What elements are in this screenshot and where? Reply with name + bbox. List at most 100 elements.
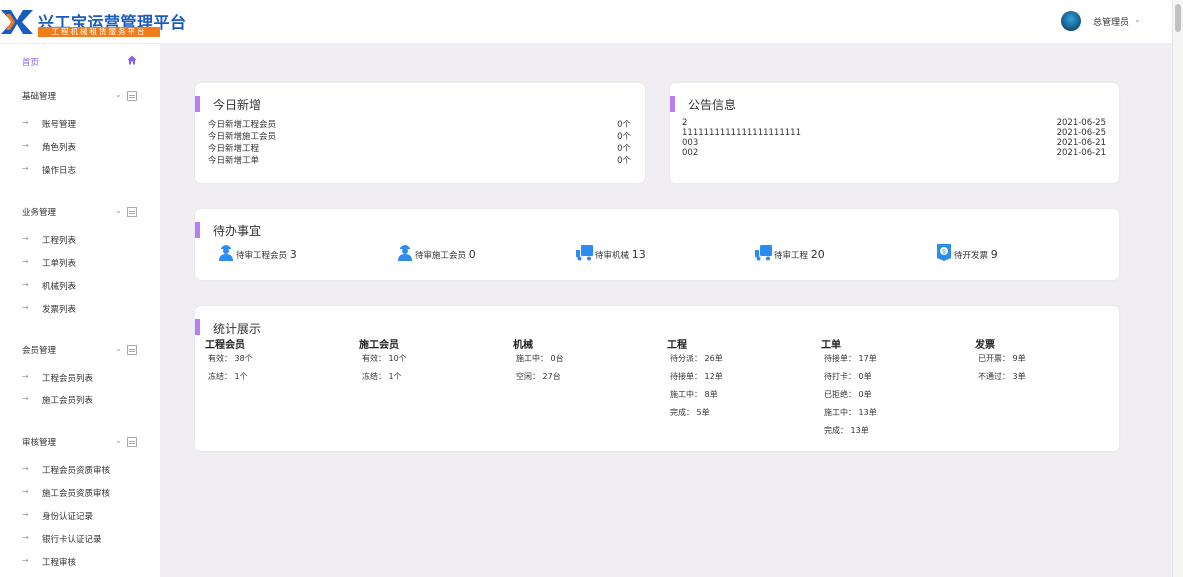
stats-line: 冻结： 1个 <box>208 372 248 381</box>
arrow-right-icon: → <box>22 280 29 289</box>
chevron-down-icon[interactable]: ⌄ <box>115 90 122 99</box>
brand-subtitle: 工程机械租赁服务平台 <box>38 27 160 37</box>
truck-icon <box>576 245 593 261</box>
todo-item-machines[interactable]: 待审机械 13 <box>576 242 696 264</box>
today-row-value: 0个 <box>617 120 631 130</box>
stats-line: 空闲： 27台 <box>516 372 561 381</box>
notice-card: 公告信息 2 2021-06-25 1111111111111111111111… <box>670 83 1119 183</box>
todo-count: 13 <box>631 248 646 261</box>
scrollbar-thumb[interactable] <box>1175 4 1181 32</box>
stats-column-head: 工程 <box>667 340 687 351</box>
arrow-right-icon: → <box>22 118 29 127</box>
briefcase-icon <box>127 207 137 217</box>
sidebar-item-id-verify[interactable]: → 身份认证记录 <box>0 510 160 524</box>
grid-icon <box>127 345 137 355</box>
top-bar: 兴工宝运营管理平台 工程机械租赁服务平台 总管理员 ⌄ <box>0 0 1172 44</box>
arrow-right-icon: → <box>22 533 29 542</box>
notice-item-title[interactable]: 002 <box>682 148 698 158</box>
stats-line: 有效： 38个 <box>208 354 253 363</box>
todo-count: 0 <box>468 248 476 261</box>
stats-column-head: 工单 <box>821 340 841 351</box>
arrow-right-icon: → <box>22 164 29 173</box>
today-row-value: 0个 <box>617 132 631 142</box>
sidebar-item-roles[interactable]: → 角色列表 <box>0 141 160 155</box>
sidebar-item-workorders[interactable]: → 工单列表 <box>0 257 160 271</box>
worker-member-icon <box>398 245 412 261</box>
sidebar: 首页 基础管理 ⌄ → 账号管理 → 角色列表 → 操作日志 业务管理 ⌄ → 工程列表… <box>0 44 160 577</box>
accent-bar <box>195 96 200 112</box>
arrow-right-icon: → <box>22 556 29 565</box>
chevron-down-icon[interactable]: ⌄ <box>115 206 122 215</box>
scrollbar[interactable] <box>1172 0 1183 577</box>
accent-bar <box>670 96 675 112</box>
arrow-right-icon: → <box>22 141 29 150</box>
todo-count: 9 <box>990 248 998 261</box>
stats-line: 待打卡： 0单 <box>824 372 872 381</box>
arrow-right-icon: → <box>22 394 29 403</box>
stats-line: 已开票： 9单 <box>978 354 1026 363</box>
notice-item-date: 2021-06-25 <box>1056 118 1106 128</box>
todo-label: 待审机械 <box>595 251 630 261</box>
today-row-label: 今日新增工单 <box>208 156 260 166</box>
sidebar-item-logs[interactable]: → 操作日志 <box>0 164 160 178</box>
user-name[interactable]: 总管理员 <box>1093 15 1129 28</box>
sidebar-group-members[interactable]: 会员管理 <box>22 344 56 356</box>
engineer-member-icon <box>219 245 233 261</box>
grid-icon <box>127 437 137 447</box>
avatar[interactable] <box>1061 11 1081 31</box>
arrow-right-icon: → <box>22 303 29 312</box>
notice-item-date: 2021-06-21 <box>1056 148 1106 158</box>
notice-item-title[interactable]: 003 <box>682 138 698 148</box>
today-row-value: 0个 <box>617 144 631 154</box>
todo-item-projects[interactable]: 待审工程 20 <box>755 242 875 264</box>
notice-title: 公告信息 <box>688 98 737 112</box>
stats-line: 施工中： 8单 <box>670 390 718 399</box>
logo-icon <box>1 10 33 34</box>
notice-item-title[interactable]: 1111111111111111111111 <box>682 128 801 138</box>
sidebar-item-bank-verify[interactable]: → 银行卡认证记录 <box>0 533 160 547</box>
todo-label: 待审工程 <box>774 251 809 261</box>
chevron-down-icon[interactable]: ⌄ <box>115 344 122 353</box>
todo-label: 待审工程会员 <box>236 251 288 261</box>
sidebar-group-business[interactable]: 业务管理 <box>22 206 56 218</box>
stats-line: 不通过： 3单 <box>978 372 1026 381</box>
chevron-down-icon[interactable]: ⌄ <box>115 436 122 445</box>
chevron-down-icon[interactable]: ⌄ <box>1134 15 1141 24</box>
sidebar-item-projects[interactable]: → 工程列表 <box>0 234 160 248</box>
todo-count: 20 <box>810 248 825 261</box>
today-row-label: 今日新增工程会员 <box>208 120 277 130</box>
todo-title: 待办事宜 <box>213 224 262 238</box>
todo-count: 3 <box>289 248 297 261</box>
home-icon <box>127 55 137 65</box>
sidebar-item-invoices[interactable]: → 发票列表 <box>0 303 160 317</box>
sidebar-item-worker-members[interactable]: → 施工会员列表 <box>0 394 160 408</box>
sidebar-item-accounts[interactable]: → 账号管理 <box>0 118 160 132</box>
today-row-label: 今日新增施工会员 <box>208 132 277 142</box>
sidebar-item-engineer-qualify[interactable]: → 工程会员资质审核 <box>0 464 160 478</box>
stats-line: 待分派： 26单 <box>670 354 723 363</box>
arrow-right-icon: → <box>22 372 29 381</box>
sidebar-group-review[interactable]: 审核管理 <box>22 436 56 448</box>
stats-line: 已拒绝： 0单 <box>824 390 872 399</box>
stats-column-head: 施工会员 <box>359 340 399 351</box>
stats-line: 施工中： 0台 <box>516 354 564 363</box>
sidebar-item-engineer-members[interactable]: → 工程会员列表 <box>0 372 160 386</box>
todo-item-engineer-members[interactable]: 待审工程会员 3 <box>217 242 337 264</box>
today-row-label: 今日新增工程 <box>208 144 260 154</box>
stats-line: 有效： 10个 <box>362 354 407 363</box>
stats-line: 冻结： 1个 <box>362 372 402 381</box>
sidebar-item-machines[interactable]: → 机械列表 <box>0 280 160 294</box>
sidebar-item-project-review[interactable]: → 工程审核 <box>0 556 160 570</box>
todo-item-worker-members[interactable]: 待审施工会员 0 <box>396 242 516 264</box>
todo-item-invoices[interactable]: $ 待开发票 9 <box>935 242 1055 264</box>
truck-icon <box>755 245 772 261</box>
today-card: 今日新增 今日新增工程会员 0个 今日新增施工会员 0个 今日新增工程 0个 今… <box>195 83 645 183</box>
sidebar-item-worker-qualify[interactable]: → 施工会员资质审核 <box>0 487 160 501</box>
today-row-value: 0个 <box>617 156 631 166</box>
stats-title: 统计展示 <box>213 322 262 336</box>
sidebar-item-home[interactable]: 首页 <box>22 56 39 68</box>
sidebar-group-basic[interactable]: 基础管理 <box>22 90 56 102</box>
notice-item-title[interactable]: 2 <box>682 118 687 128</box>
arrow-right-icon: → <box>22 487 29 496</box>
todo-label: 待开发票 <box>954 251 989 261</box>
